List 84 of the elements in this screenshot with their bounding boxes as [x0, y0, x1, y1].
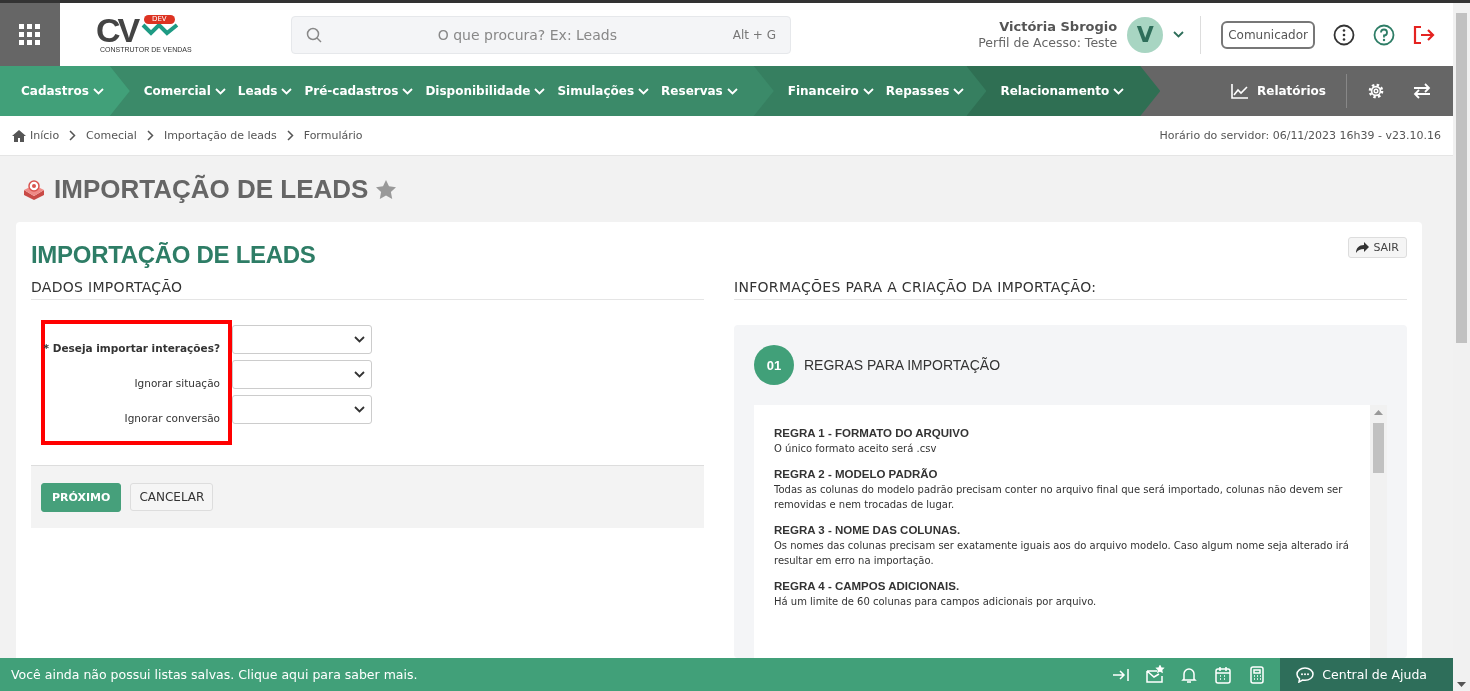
communicator-button[interactable]: Comunicador [1221, 20, 1315, 49]
caret-icon [534, 87, 546, 95]
rule-text: O único formato aceito será .csv [774, 442, 938, 456]
rule-title: REGRA 1 - FORMATO DO ARQUIVO [774, 427, 970, 439]
select-field[interactable] [232, 395, 372, 424]
section-heading: INFORMAÇÕES PARA A CRIAÇÃO DA IMPORTAÇÃO: [734, 279, 1407, 300]
field-label: * Deseja importar interações? [43, 340, 220, 356]
favorite-star-icon[interactable] [376, 179, 397, 199]
nav-menu-item[interactable]: Pré-cadastros [304, 84, 414, 98]
nav-menu-item[interactable]: Relacionamento [1000, 84, 1125, 98]
caret-icon [354, 336, 365, 343]
line-chart-icon [1231, 83, 1249, 99]
reports-link[interactable]: Relatórios [1231, 66, 1346, 116]
nav-menu-item[interactable]: Reservas [661, 84, 738, 98]
field-label: Ignorar conversão [124, 410, 220, 426]
caret-icon [1113, 87, 1125, 95]
caret-icon [1173, 31, 1185, 38]
user-name: Victória Sbrogio [998, 18, 1118, 35]
nav-menu-item[interactable]: Financeiro [787, 84, 874, 98]
rule-title: REGRA 3 - NOME DAS COLUNAS. [774, 524, 962, 536]
logo-letters: CV [96, 14, 138, 45]
search-icon [306, 26, 322, 43]
share-arrow-icon [1356, 242, 1370, 253]
rule-title: REGRA 4 - CAMPOS ADICIONAIS. [774, 580, 961, 592]
breadcrumb-link[interactable]: Início [30, 129, 60, 142]
caret-icon [638, 87, 650, 95]
field-label: Ignorar situação [134, 375, 220, 391]
scrollbar[interactable] [1370, 405, 1387, 658]
caret-icon [402, 87, 414, 95]
logout-icon[interactable] [1413, 24, 1435, 45]
exit-button[interactable]: SAIR [1348, 237, 1407, 258]
select-field[interactable] [232, 360, 372, 389]
step-number: 01 [754, 345, 794, 385]
breadcrumb-link[interactable]: Comecial [86, 129, 137, 142]
section-heading: DADOS IMPORTAÇÃO [31, 279, 704, 300]
step-title: REGRAS PARA IMPORTAÇÃO [804, 357, 1001, 373]
scroll-down-icon[interactable] [1457, 682, 1466, 687]
chat-icon [1296, 666, 1315, 683]
rule-text: Os nomes das colunas precisam ser exatamente iguais aos do arquivo modelo. Caso algum nome seja alterado irá resultar em erro na importação. [774, 539, 1350, 568]
next-button[interactable]: PRÓXIMO [41, 482, 122, 512]
search-field[interactable]: O que procura? Ex: Leads Alt + G [291, 15, 791, 54]
caret-icon [726, 87, 738, 95]
page-title: IMPORTAÇÃO DE LEADS [54, 173, 369, 205]
breadcrumb-link[interactable]: Importação de leads [163, 129, 277, 142]
chevron-icon [69, 130, 77, 141]
caret-icon [214, 87, 226, 95]
rule-text: Todas as colunas do modelo padrão precisam conter no arquivo final que será importado, colunas não devem ser removidas e nem trocadas de lugar. [774, 483, 1344, 512]
nav-menu-item[interactable]: Disponibilidade [425, 84, 546, 98]
user-profile: Perfil de Acesso: Teste [978, 34, 1118, 51]
nav-menu-item[interactable]: Simulações [557, 84, 650, 98]
rule-text: Há um limite de 60 colunas para campos adicionais por arquivo. [774, 595, 1098, 609]
chevron-icon [286, 130, 294, 141]
nav-menu-item[interactable]: Repasses [885, 84, 965, 98]
nav-menu-item[interactable]: Cadastros [21, 84, 104, 98]
help-center-button[interactable]: Central de Ajuda [1280, 658, 1453, 691]
user-avatar[interactable]: V [1127, 16, 1164, 53]
search-input[interactable]: O que procura? Ex: Leads [322, 25, 733, 44]
more-icon[interactable] [1333, 23, 1355, 46]
caret-icon [281, 87, 293, 95]
import-target-icon [22, 178, 46, 200]
saved-lists-link[interactable]: Você ainda não possui listas salvas. Clique aqui para saber mais. [0, 667, 418, 682]
card-title: IMPORTAÇÃO DE LEADS [31, 241, 316, 269]
caret-icon [354, 371, 365, 378]
caret-icon [354, 406, 365, 413]
shortcut-hint: Alt + G [732, 27, 776, 42]
nav-menu-item[interactable]: Comercial [143, 84, 226, 98]
caret-icon [92, 87, 104, 95]
cancel-button[interactable]: CANCELAR [130, 483, 214, 511]
scroll-up-icon [1374, 410, 1383, 415]
caret-icon [953, 87, 965, 95]
help-icon[interactable] [1373, 23, 1395, 46]
scrollbar-thumb[interactable] [1373, 423, 1384, 473]
apps-menu-button[interactable] [0, 3, 60, 66]
user-dropdown[interactable] [1173, 31, 1185, 38]
chevron-icon [146, 130, 154, 141]
nav-menu-item[interactable]: Leads [237, 84, 293, 98]
rule-title: REGRA 2 - MODELO PADRÃO [774, 468, 939, 480]
scrollbar-thumb[interactable] [1456, 13, 1467, 343]
server-time: Horário do servidor: 06/11/2023 16h39 - v23.10.16 [1159, 129, 1441, 142]
caret-icon [862, 87, 874, 95]
home-icon [12, 129, 26, 142]
select-field[interactable] [232, 325, 372, 354]
grid-icon [19, 23, 41, 46]
breadcrumb-link[interactable]: Formulário [303, 129, 363, 142]
